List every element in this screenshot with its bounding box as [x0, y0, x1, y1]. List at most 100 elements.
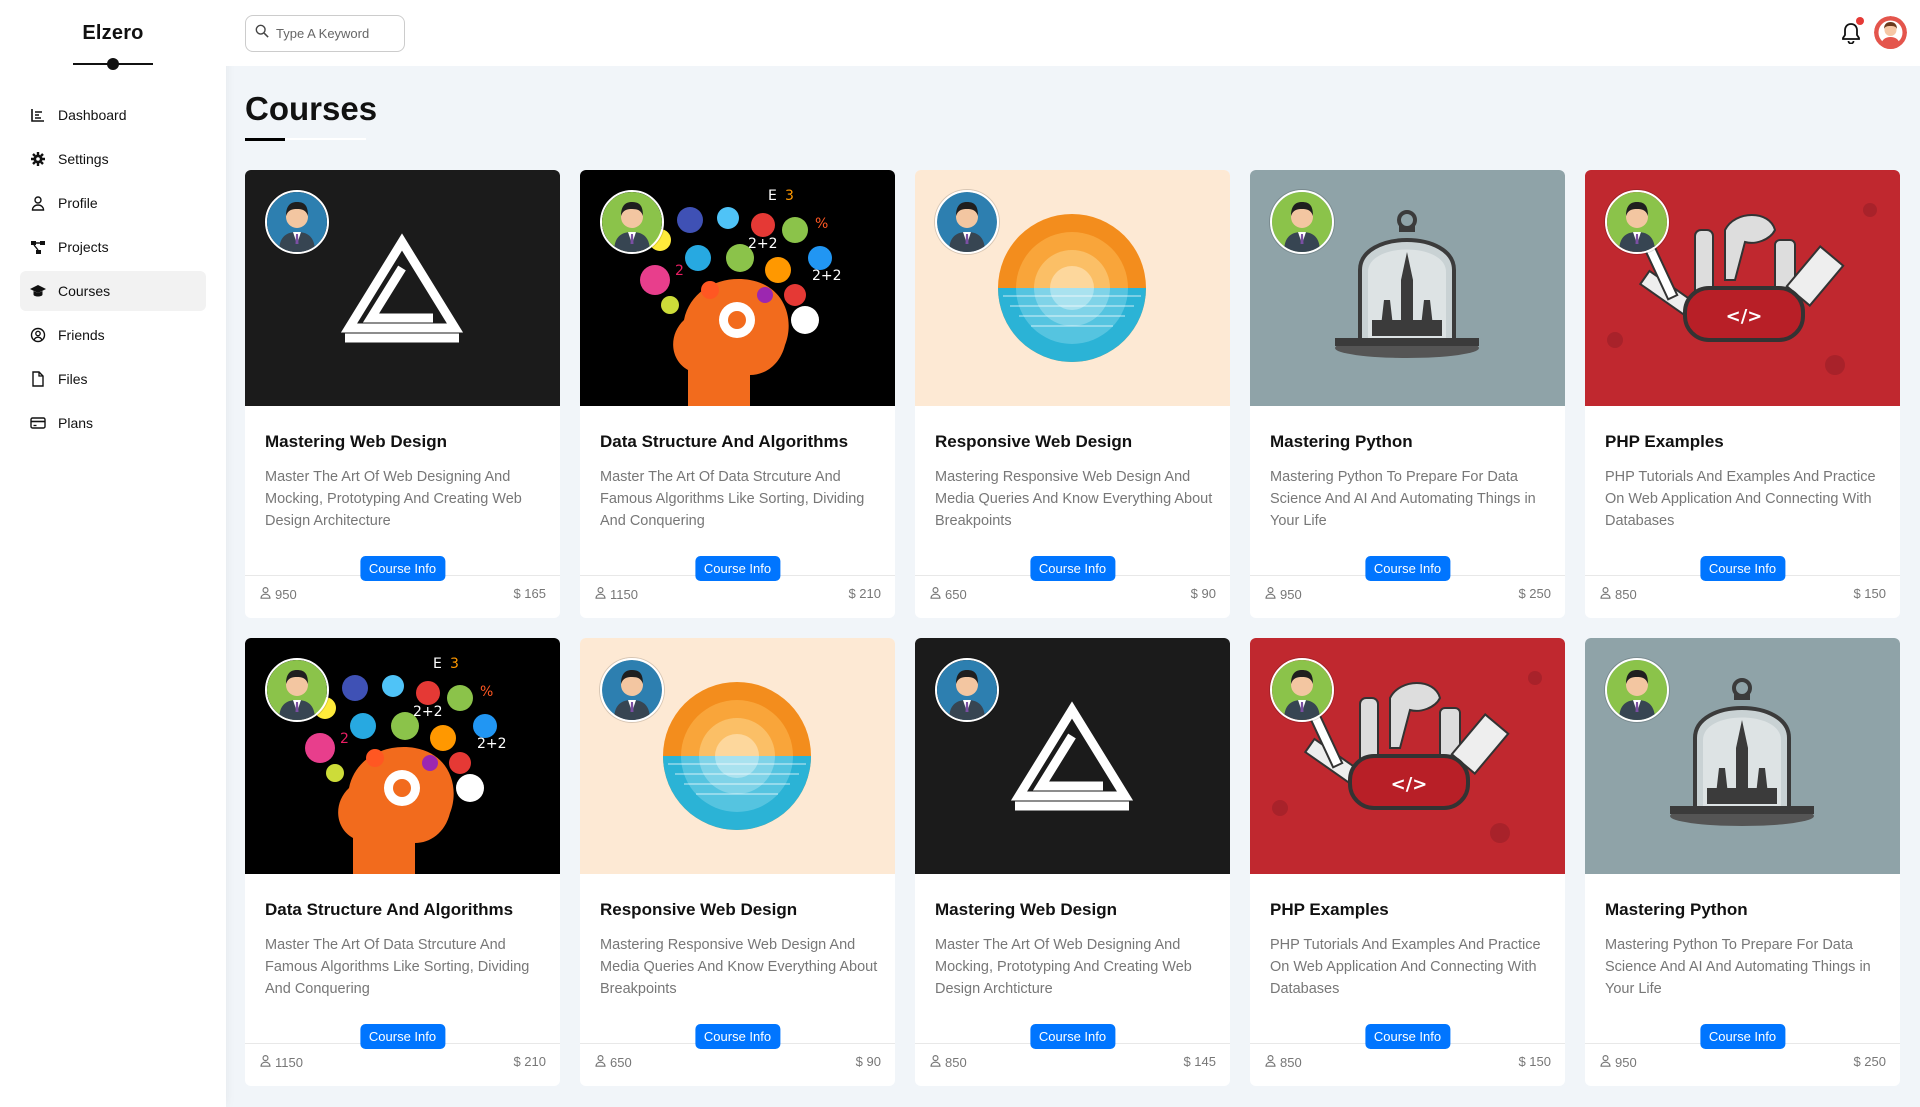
- course-image-wrap: [1250, 170, 1565, 406]
- course-title: Data Structure And Algorithms: [265, 900, 514, 919]
- author-avatar[interactable]: [1270, 190, 1334, 254]
- svg-text:E: E: [768, 188, 777, 204]
- course-image-wrap: E3 % 2+2 2+2 2: [245, 638, 560, 874]
- file-icon: [30, 371, 46, 387]
- sidebar-item-dashboard[interactable]: Dashboard: [20, 95, 206, 135]
- author-avatar[interactable]: [1605, 190, 1669, 254]
- course-info-button[interactable]: Course Info: [359, 1024, 446, 1049]
- course-info-button[interactable]: Course Info: [1029, 556, 1116, 581]
- students-count: 850: [929, 1054, 967, 1070]
- sidebar-item-profile[interactable]: Profile: [20, 183, 206, 223]
- currency-symbol: $: [1183, 1054, 1191, 1069]
- svg-text:</>: </>: [1726, 306, 1763, 327]
- course-price: $ 150: [1853, 586, 1886, 601]
- course-card: Mastering Web Design Master The Art Of W…: [245, 170, 560, 618]
- course-image-wrap: E3 % 2+2 2+2 2: [580, 170, 895, 406]
- author-avatar[interactable]: [1270, 658, 1334, 722]
- course-info-button[interactable]: Course Info: [1029, 1024, 1116, 1049]
- sidebar-item-label: Dashboard: [58, 107, 127, 123]
- course-price: $ 210: [513, 1054, 546, 1069]
- course-info-button[interactable]: Course Info: [1364, 556, 1451, 581]
- course-card: Mastering Python Mastering Python To Pre…: [1250, 170, 1565, 618]
- course-title: Mastering Python: [1270, 432, 1413, 451]
- author-avatar[interactable]: [935, 658, 999, 722]
- currency-symbol: $: [513, 586, 521, 601]
- course-image-wrap: </>: [1250, 638, 1565, 874]
- course-description: Mastering Python To Prepare For Data Sci…: [1270, 469, 1536, 529]
- svg-text:3: 3: [785, 188, 794, 204]
- sidebar-item-friends[interactable]: Friends: [20, 315, 206, 355]
- search-box[interactable]: [245, 15, 405, 52]
- students-count: 1150: [259, 1054, 303, 1070]
- course-info-button[interactable]: Course Info: [694, 556, 781, 581]
- sidebar: Elzero Dashboard Settings Profile Projec…: [0, 0, 226, 1107]
- svg-text:3: 3: [450, 656, 459, 672]
- students-value: 850: [1615, 586, 1637, 602]
- author-avatar[interactable]: [600, 658, 664, 722]
- author-avatar[interactable]: [600, 190, 664, 254]
- course-price: $ 250: [1518, 586, 1551, 601]
- sidebar-item-plans[interactable]: Plans: [20, 403, 206, 443]
- author-avatar[interactable]: [265, 190, 329, 254]
- chart-icon: [30, 107, 46, 123]
- sidebar-item-courses[interactable]: Courses: [20, 271, 206, 311]
- svg-text:%: %: [480, 684, 493, 700]
- course-price: $ 90: [1191, 586, 1216, 601]
- price-value: 210: [524, 1054, 546, 1069]
- sidebar-item-label: Profile: [58, 195, 98, 211]
- students-value: 1150: [610, 586, 638, 602]
- course-price: $ 90: [856, 1054, 881, 1069]
- course-info-button[interactable]: Course Info: [694, 1024, 781, 1049]
- user-icon: [594, 1054, 610, 1070]
- course-price: $ 145: [1183, 1054, 1216, 1069]
- page-title: Courses: [245, 90, 378, 127]
- course-image-wrap: [915, 170, 1230, 406]
- user-circle-icon: [30, 327, 46, 343]
- students-value: 950: [1280, 586, 1302, 602]
- course-image-wrap: [245, 170, 560, 406]
- sidebar-item-label: Friends: [58, 327, 105, 343]
- sidebar-item-settings[interactable]: Settings: [20, 139, 206, 179]
- gear-icon: [30, 151, 46, 167]
- students-count: 950: [259, 586, 297, 602]
- course-image-wrap: </>: [1585, 170, 1900, 406]
- sidebar-item-label: Files: [58, 371, 88, 387]
- students-count: 950: [1599, 1054, 1637, 1070]
- courses-grid: Mastering Web Design Master The Art Of W…: [245, 170, 1900, 1086]
- course-card: Mastering Python Mastering Python To Pre…: [1585, 638, 1900, 1086]
- search-icon: [255, 24, 269, 43]
- sidebar-item-files[interactable]: Files: [20, 359, 206, 399]
- author-avatar[interactable]: [265, 658, 329, 722]
- avatar[interactable]: [1874, 16, 1907, 49]
- course-info-button[interactable]: Course Info: [1699, 556, 1786, 581]
- price-value: 150: [1529, 1054, 1551, 1069]
- course-price: $ 165: [513, 586, 546, 601]
- sidebar-item-projects[interactable]: Projects: [20, 227, 206, 267]
- students-count: 850: [1264, 1054, 1302, 1070]
- course-description: Master The Art Of Data Strcuture And Fam…: [600, 469, 865, 529]
- course-image-wrap: [580, 638, 895, 874]
- svg-text:E: E: [433, 656, 442, 672]
- svg-text:2+2: 2+2: [748, 236, 778, 252]
- price-value: 165: [524, 586, 546, 601]
- students-value: 650: [610, 1054, 632, 1070]
- students-value: 1150: [275, 1054, 303, 1070]
- svg-text:</>: </>: [1391, 774, 1428, 795]
- currency-symbol: $: [1853, 1054, 1861, 1069]
- course-card: Responsive Web Design Mastering Responsi…: [580, 638, 895, 1086]
- course-info-button[interactable]: Course Info: [1364, 1024, 1451, 1049]
- price-value: 250: [1529, 586, 1551, 601]
- sidebar-item-label: Courses: [58, 283, 111, 299]
- course-title: PHP Examples: [1605, 432, 1724, 451]
- bell-icon[interactable]: [1840, 22, 1862, 44]
- author-avatar[interactable]: [935, 190, 999, 254]
- course-image-wrap: [1585, 638, 1900, 874]
- author-avatar[interactable]: [1605, 658, 1669, 722]
- brand-divider: [73, 58, 153, 70]
- user-icon: [1599, 586, 1615, 602]
- course-info-button[interactable]: Course Info: [1699, 1024, 1786, 1049]
- search-input[interactable]: [276, 26, 396, 41]
- user-icon: [1264, 586, 1280, 602]
- course-description: PHP Tutorials And Examples And Practice …: [1605, 469, 1876, 529]
- course-info-button[interactable]: Course Info: [359, 556, 446, 581]
